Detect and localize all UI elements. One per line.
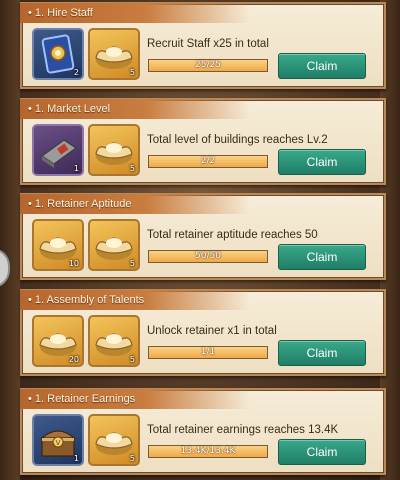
task-card-retainer-aptitude: • 1. Retainer Aptitude 10 5 Total retain… (20, 193, 386, 280)
task-title: • 1. Retainer Earnings (20, 389, 250, 409)
background-left-border (0, 0, 20, 480)
task-progress-bar: 13.4K/13.4K (148, 445, 268, 458)
claim-button[interactable]: Claim (278, 340, 366, 366)
task-description: Total level of buildings reaches Lv.2 (147, 134, 328, 146)
reward-quantity: 5 (129, 454, 135, 463)
reward-quantity: 20 (68, 355, 79, 364)
task-description: Total retainer aptitude reaches 50 (147, 229, 318, 241)
reward-quantity: 5 (129, 164, 135, 173)
reward-slot-recruit-card[interactable]: 2 (32, 28, 84, 80)
reward-quantity: 1 (73, 454, 79, 463)
task-description: Total retainer earnings reaches 13.4K (147, 424, 339, 436)
task-description: Recruit Staff x25 in total (147, 38, 269, 50)
reward-quantity: 5 (129, 355, 135, 364)
progress-text: 50/50 (195, 251, 221, 261)
reward-slot-gold-ingot[interactable]: 5 (88, 28, 140, 80)
progress-text: 2/2 (200, 156, 216, 166)
reward-slot-gold-ingot[interactable]: 5 (88, 219, 140, 271)
progress-text: 1/1 (200, 347, 216, 357)
task-title: • 1. Assembly of Talents (20, 290, 250, 310)
claim-button[interactable]: Claim (278, 244, 366, 270)
task-card-retainer-earnings: • 1. Retainer Earnings V 1 5 Total retai… (20, 388, 386, 475)
task-progress-bar: 2/2 (148, 155, 268, 168)
reward-quantity: 2 (73, 68, 79, 77)
reward-slot-book[interactable]: 1 (32, 124, 84, 176)
claim-button[interactable]: Claim (278, 439, 366, 465)
task-progress-bar: 25/25 (148, 59, 268, 72)
task-description: Unlock retainer x1 in total (147, 325, 277, 337)
task-title: • 1. Hire Staff (20, 3, 250, 23)
claim-button[interactable]: Claim (278, 53, 366, 79)
task-card-hire-staff: • 1. Hire Staff 2 5 Recruit Staff x25 in… (20, 2, 386, 89)
task-progress-bar: 1/1 (148, 346, 268, 359)
task-title: • 1. Retainer Aptitude (20, 194, 250, 214)
task-card-assembly-of-talents: • 1. Assembly of Talents 20 5 Unlock ret… (20, 289, 386, 376)
reward-slot-gold-ingot[interactable]: 10 (32, 219, 84, 271)
reward-slot-treasure-chest[interactable]: V 1 (32, 414, 84, 466)
svg-text:V: V (56, 439, 61, 447)
task-card-market-level: • 1. Market Level 1 5 Total level of bui… (20, 98, 386, 185)
progress-text: 13.4K/13.4K (180, 446, 236, 456)
reward-slot-gold-ingot[interactable]: 5 (88, 315, 140, 367)
reward-slot-gold-ingot[interactable]: 5 (88, 414, 140, 466)
claim-button[interactable]: Claim (278, 149, 366, 175)
reward-slot-gold-ingot[interactable]: 20 (32, 315, 84, 367)
reward-quantity: 1 (73, 164, 79, 173)
reward-quantity: 5 (129, 68, 135, 77)
reward-quantity: 5 (129, 259, 135, 268)
reward-slot-gold-ingot[interactable]: 5 (88, 124, 140, 176)
task-progress-bar: 50/50 (148, 250, 268, 263)
reward-quantity: 10 (68, 259, 79, 268)
progress-text: 25/25 (195, 60, 221, 70)
task-title: • 1. Market Level (20, 99, 250, 119)
